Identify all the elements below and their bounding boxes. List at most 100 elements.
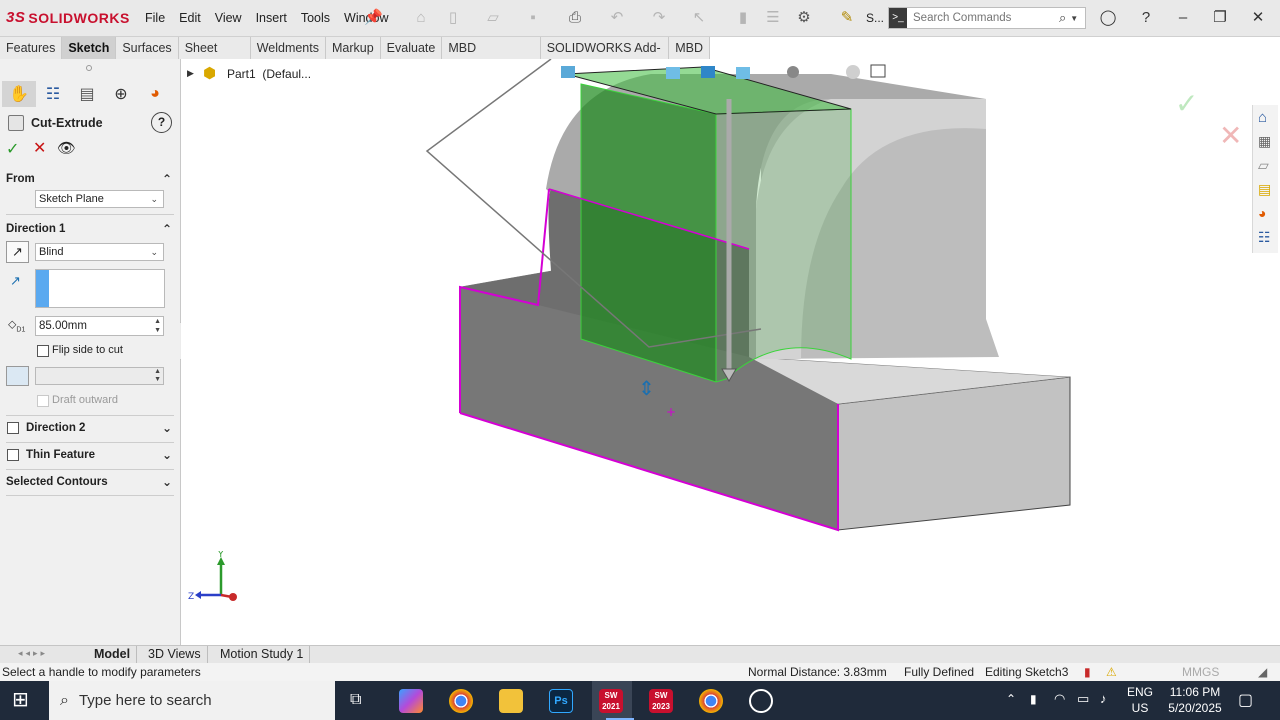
menu-tools[interactable]: Tools — [294, 11, 337, 25]
menu-edit[interactable]: Edit — [172, 11, 208, 25]
confirm-cancel-icon[interactable]: ✕ — [1219, 119, 1242, 152]
new-document-icon[interactable]: ▯ — [444, 9, 462, 27]
task-view-icon[interactable]: ⧉ — [350, 691, 361, 709]
tab-solidworks-addins[interactable]: SOLIDWORKS Add-Ins — [541, 37, 670, 77]
design-library-icon[interactable]: ▦ — [1258, 133, 1271, 150]
depth-input[interactable]: 85.00mm ▲ ▼ — [35, 316, 164, 336]
search-commands-input[interactable] — [907, 12, 1057, 24]
resources-home-icon[interactable]: ⌂ — [1258, 109, 1267, 126]
search-icon[interactable]: ⌕ — [1059, 10, 1066, 26]
tab-sketch[interactable]: Sketch — [62, 37, 117, 59]
help-icon[interactable]: ? — [151, 112, 172, 133]
selected-contours-section-header[interactable]: Selected Contours ⌄ — [0, 472, 181, 492]
file-properties-icon[interactable]: ☰ — [764, 9, 782, 27]
draft-angle-input[interactable]: ▲ ▼ — [35, 367, 164, 385]
notifications-icon[interactable]: ▢ — [1238, 690, 1253, 710]
tab-3d-views[interactable]: 3D Views — [142, 646, 208, 664]
select-icon[interactable]: ↖ — [690, 9, 708, 27]
warning-icon[interactable]: ⚠ — [1106, 663, 1117, 681]
view-palette-icon[interactable]: ▤ — [1258, 181, 1271, 198]
save-icon[interactable]: ▪ — [524, 9, 542, 27]
resize-grip-icon[interactable]: ◢ — [1258, 663, 1267, 681]
home-icon[interactable]: ⌂ — [412, 9, 430, 27]
thin-feature-checkbox[interactable] — [7, 449, 19, 461]
unit-system[interactable]: MMGS — [1182, 663, 1219, 681]
chrome-profile-icon[interactable] — [699, 689, 723, 713]
solidworks-2023-icon[interactable]: SW 2023 — [649, 689, 673, 713]
chevron-up-icon[interactable]: ⌃ — [162, 219, 172, 239]
menu-insert[interactable]: Insert — [249, 11, 294, 25]
preview-eye-icon[interactable]: 👁 — [57, 139, 76, 157]
direction1-section-header[interactable]: Direction 1 ⌃ — [0, 219, 181, 239]
chevron-down-icon[interactable]: ⌄ — [162, 418, 172, 438]
dimxpert-tab-icon[interactable]: ⊕ — [104, 81, 138, 107]
direction2-checkbox[interactable] — [7, 422, 19, 434]
spin-buttons-icon[interactable]: ▲ ▼ — [154, 368, 161, 384]
options-gear-icon[interactable]: ⚙ — [795, 9, 813, 27]
close-button[interactable]: ✕ — [1248, 8, 1268, 28]
measure-icon[interactable]: ✎ — [838, 9, 856, 27]
end-condition-select[interactable]: Blind ⌄ — [35, 243, 164, 261]
view-restore-icon[interactable]: ❐ — [1229, 59, 1241, 61]
taskbar-search[interactable]: ⌕ Type here to search — [49, 681, 335, 720]
cancel-x-icon[interactable]: ✕ — [33, 138, 46, 158]
open-icon[interactable]: ▱ — [484, 9, 502, 27]
configuration-tab-icon[interactable]: ▤ — [70, 81, 104, 107]
language-indicator[interactable]: ENG US — [1127, 684, 1153, 716]
panel-grip-icon[interactable] — [86, 65, 92, 71]
reverse-direction-icon[interactable]: ↗ — [6, 241, 29, 263]
model-view[interactable]: ⇕ + — [181, 59, 1280, 645]
view-minimize-icon[interactable]: – — [1205, 59, 1212, 60]
restore-button[interactable]: ❐ — [1210, 8, 1230, 28]
redo-icon[interactable]: ↷ — [650, 9, 668, 27]
tab-surfaces[interactable]: Surfaces — [116, 37, 179, 59]
tab-model[interactable]: Model — [88, 646, 138, 664]
help-icon[interactable]: ? — [1136, 8, 1156, 28]
direction-reference-field[interactable] — [35, 269, 165, 308]
tab-mbd-dimensions[interactable]: MBD Dimensions — [442, 37, 541, 77]
tab-evaluate[interactable]: Evaluate — [381, 37, 443, 59]
graphics-area[interactable]: ▶ ⬢ Part1 (Defaul... ⇕ + ✓ ✕ ⌂ ▦ ▱ ▤ ◕ ☷… — [181, 59, 1280, 645]
draft-outward-checkbox[interactable] — [37, 395, 49, 407]
tab-scroll-arrows-icon[interactable]: ◂◂▸▸ — [18, 648, 48, 659]
tray-chevron-icon[interactable]: ⌃ — [1006, 692, 1016, 706]
chrome-icon[interactable] — [449, 689, 473, 713]
draft-icon[interactable] — [6, 366, 29, 386]
chevron-up-icon[interactable]: ⌃ — [162, 169, 172, 189]
usb-icon[interactable]: ▮ — [1030, 692, 1037, 706]
tab-sheet-metal[interactable]: Sheet Metal — [179, 37, 251, 77]
minimize-button[interactable]: – — [1173, 8, 1193, 28]
appearances-icon[interactable]: ◕ — [1258, 205, 1266, 221]
chevron-down-icon[interactable]: ⌄ — [162, 445, 172, 465]
menu-file[interactable]: File — [138, 11, 172, 25]
recorder-icon[interactable] — [749, 689, 773, 713]
thin-feature-section-header[interactable]: Thin Feature ⌄ — [20, 445, 181, 465]
solidworks-2021-icon[interactable]: SW 2021 — [599, 689, 623, 713]
s-label[interactable]: S... — [866, 11, 884, 25]
tile-view-icon[interactable]: ▭ — [1155, 59, 1167, 61]
menu-view[interactable]: View — [208, 11, 249, 25]
view-close-icon[interactable]: ✕ — [1255, 59, 1266, 61]
tab-weldments[interactable]: Weldments — [251, 37, 326, 59]
split-view-icon[interactable]: ▯ — [1180, 59, 1187, 61]
battery-icon[interactable]: ▭ — [1077, 691, 1089, 707]
feature-tree-tab-icon[interactable]: ☷ — [36, 81, 70, 107]
solidworks-logo[interactable]: 3S SOLIDWORKS — [6, 9, 130, 26]
flip-side-checkbox[interactable] — [37, 345, 49, 357]
tab-motion-study[interactable]: Motion Study 1 — [214, 646, 311, 664]
confirm-check-icon[interactable]: ✓ — [1175, 87, 1198, 120]
display-manager-tab-icon[interactable]: ◕ — [138, 81, 172, 107]
volume-icon[interactable]: ♪ — [1100, 691, 1107, 706]
property-manager-tab-icon[interactable]: ✋ — [2, 81, 36, 107]
print-icon[interactable]: ⎙ — [566, 9, 584, 27]
custom-properties-icon[interactable]: ☷ — [1258, 229, 1271, 246]
photoshop-icon[interactable]: Ps — [549, 689, 573, 713]
direction2-section-header[interactable]: Direction 2 ⌄ — [20, 418, 181, 438]
pin-icon[interactable]: 📌 — [364, 9, 383, 27]
from-select[interactable]: Sketch Plane ⌄ — [35, 190, 164, 208]
ok-check-icon[interactable]: ✓ — [6, 139, 19, 159]
search-commands-box[interactable]: >_ ⌕ ▼ — [888, 7, 1086, 29]
tab-markup[interactable]: Markup — [326, 37, 381, 59]
wifi-icon[interactable]: ◠ — [1054, 691, 1065, 707]
chevron-down-icon[interactable]: ▼ — [1070, 14, 1078, 23]
